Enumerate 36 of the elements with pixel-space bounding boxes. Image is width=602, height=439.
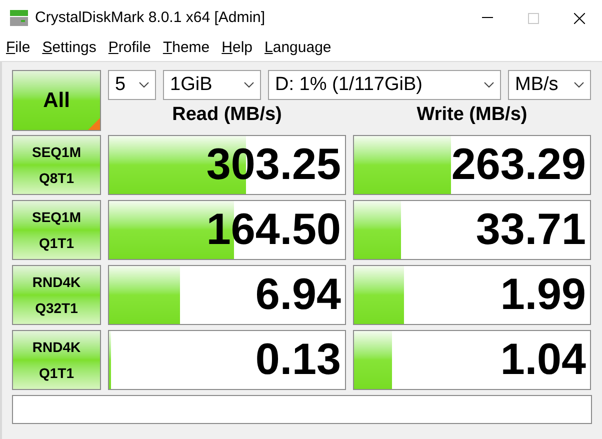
menu-item[interactable]: Theme <box>162 37 210 60</box>
maximize-icon <box>528 12 538 24</box>
menu-item[interactable]: Language <box>264 37 332 60</box>
chevron-down-icon <box>244 82 254 88</box>
corner-triangle-icon <box>88 118 100 130</box>
chevron-down-icon <box>574 82 584 88</box>
result-value: 33.71 <box>476 205 586 255</box>
menu-item[interactable]: File <box>6 37 30 60</box>
column-header: Read (MB/s) <box>172 102 282 127</box>
chevron-down-icon <box>139 82 149 88</box>
minimize-icon <box>482 17 492 19</box>
test-button[interactable]: SEQ1M Q1T1 <box>12 200 101 260</box>
dropdown[interactable]: 5 <box>108 70 156 100</box>
app-icon <box>9 9 29 27</box>
test-button[interactable]: RND4K Q1T1 <box>12 330 101 390</box>
test-button[interactable]: RND4K Q32T1 <box>12 265 101 325</box>
result-value: 263.29 <box>451 140 586 190</box>
column-header: Write (MB/s) <box>416 102 528 127</box>
close-icon <box>574 12 584 24</box>
result-value: 6.94 <box>255 270 341 320</box>
test-button[interactable]: SEQ1M Q8T1 <box>12 135 101 195</box>
result-value: 0.13 <box>255 335 341 385</box>
result-value: 1.99 <box>500 270 586 320</box>
result-value: 303.25 <box>206 140 341 190</box>
menu-item[interactable]: Settings <box>42 37 96 60</box>
comment-field[interactable] <box>12 395 592 424</box>
result-value: 1.04 <box>500 335 586 385</box>
all-button[interactable]: All <box>12 70 101 131</box>
dropdown[interactable]: D: 1% (1/117GiB) <box>268 70 501 100</box>
window-title: CrystalDiskMark 8.0.1 x64 [Admin] <box>35 8 266 28</box>
dropdown[interactable]: MB/s <box>508 70 591 100</box>
dropdown[interactable]: 1GiB <box>163 70 261 100</box>
chevron-down-icon <box>484 82 494 88</box>
menu-item[interactable]: Help <box>222 37 253 60</box>
menu-item[interactable]: Profile <box>108 37 151 60</box>
result-value: 164.50 <box>206 205 341 255</box>
